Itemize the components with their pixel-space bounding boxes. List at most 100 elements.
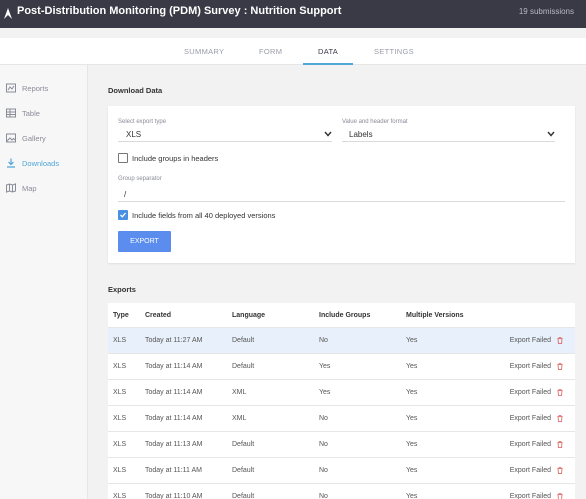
sidebar-item-label: Map (22, 183, 37, 193)
tab-form[interactable]: FORM (259, 47, 282, 56)
exports-table: Type Created Language Include Groups Mul… (108, 303, 575, 499)
cell-include-groups: No (319, 493, 328, 499)
export-button[interactable]: EXPORT (118, 231, 171, 252)
trash-icon[interactable] (557, 467, 563, 474)
column-header-multiple-versions: Multiple Versions (406, 312, 464, 319)
cell-type: XLS (113, 467, 127, 474)
cell-language: Default (232, 363, 255, 370)
format-select[interactable]: Labels (342, 128, 555, 142)
project-title: Post-Distribution Monitoring (PDM) Surve… (17, 5, 342, 17)
cell-multiple-versions: Yes (406, 337, 418, 344)
cell-language: Default (232, 493, 255, 499)
table-row[interactable]: XLS Today at 11:27 AM Default No Yes Export F… (108, 328, 575, 354)
export-status: Export Failed (509, 337, 551, 344)
cell-created: Today at 11:27 AM (145, 337, 203, 344)
cell-type: XLS (113, 363, 127, 370)
sidebar-item-downloads[interactable]: Downloads (6, 157, 59, 169)
export-status: Export Failed (509, 493, 551, 499)
sidebar-item-reports[interactable]: Reports (6, 82, 48, 94)
table-row[interactable]: XLS Today at 11:11 AM Default No Yes Export F… (108, 458, 575, 484)
format-value: Labels (349, 130, 373, 139)
format-label: Value and header format (342, 119, 408, 125)
sidebar-item-gallery[interactable]: Gallery (6, 132, 46, 144)
trash-icon[interactable] (557, 493, 563, 499)
cell-multiple-versions: Yes (406, 389, 418, 396)
trash-icon[interactable] (557, 389, 563, 396)
sidebar-item-label: Reports (22, 83, 49, 93)
include-versions-label: Include fields from all 40 deployed vers… (132, 211, 276, 220)
cell-multiple-versions: Yes (406, 415, 418, 422)
cell-include-groups: No (319, 467, 328, 474)
table-row[interactable]: XLS Today at 11:13 AM Default No Yes Export F… (108, 432, 575, 458)
table-row[interactable]: XLS Today at 11:14 AM XML No Yes Export Faile… (108, 406, 575, 432)
trash-icon[interactable] (557, 441, 563, 448)
cell-include-groups: No (319, 441, 328, 448)
tab-summary[interactable]: SUMMARY (184, 47, 224, 56)
export-status: Export Failed (509, 415, 551, 422)
cell-type: XLS (113, 493, 127, 499)
checkmark-icon (120, 212, 126, 218)
separator-input[interactable]: / (118, 188, 565, 202)
logo-icon[interactable] (2, 6, 14, 20)
cell-language: Default (232, 337, 255, 344)
include-groups-checkbox[interactable] (118, 153, 128, 163)
chevron-down-icon (324, 131, 332, 137)
export-type-select[interactable]: XLS (118, 128, 332, 142)
cell-include-groups: Yes (319, 389, 331, 396)
sidebar-item-label: Gallery (22, 133, 46, 143)
export-status: Export Failed (509, 467, 551, 474)
cell-created: Today at 11:10 AM (145, 493, 203, 499)
export-status: Export Failed (509, 389, 551, 396)
cell-type: XLS (113, 415, 127, 422)
cell-created: Today at 11:14 AM (145, 389, 203, 396)
chevron-down-icon (547, 131, 555, 137)
column-header-language: Language (232, 312, 266, 319)
sidebar-item-table[interactable]: Table (6, 107, 40, 119)
cell-multiple-versions: Yes (406, 493, 418, 499)
tab-data[interactable]: DATA (318, 47, 338, 56)
sidebar: Reports Table Gallery Downloads Map (0, 65, 88, 499)
trash-icon[interactable] (557, 415, 563, 422)
table-row[interactable]: XLS Today at 11:14 AM XML Yes Yes Export Fail… (108, 380, 575, 406)
separator-label: Group separator (118, 176, 162, 182)
table-icon (6, 108, 16, 118)
export-status: Export Failed (509, 441, 551, 448)
tab-settings[interactable]: SETTINGS (374, 47, 414, 56)
cell-include-groups: Yes (319, 363, 331, 370)
column-header-type: Type (113, 312, 129, 319)
cell-type: XLS (113, 389, 127, 396)
cell-created: Today at 11:13 AM (145, 441, 203, 448)
export-type-value: XLS (126, 130, 142, 139)
sidebar-item-map[interactable]: Map (6, 182, 37, 194)
cell-multiple-versions: Yes (406, 363, 418, 370)
separator-value: / (124, 190, 127, 199)
table-row[interactable]: XLS Today at 11:10 AM Default No Yes Export F… (108, 484, 575, 499)
table-header: Type Created Language Include Groups Mul… (108, 303, 575, 328)
trash-icon[interactable] (557, 337, 563, 344)
cell-include-groups: No (319, 415, 328, 422)
active-tab-indicator (303, 63, 353, 65)
reports-icon (6, 83, 16, 93)
download-data-title: Download Data (108, 86, 163, 95)
download-card: Select export type XLS Value and header … (108, 106, 575, 263)
sidebar-item-label: Downloads (22, 158, 60, 168)
tab-bar: SUMMARY FORM DATA SETTINGS (0, 38, 586, 65)
cell-created: Today at 11:11 AM (145, 467, 202, 474)
sidebar-item-label: Table (22, 108, 40, 118)
gallery-icon (6, 133, 16, 143)
export-type-label: Select export type (118, 119, 167, 125)
include-versions-checkbox[interactable] (118, 210, 128, 220)
cell-language: Default (232, 441, 255, 448)
map-icon (6, 183, 16, 193)
column-header-include-groups: Include Groups (319, 312, 371, 319)
cell-language: XML (232, 415, 247, 422)
cell-type: XLS (113, 337, 127, 344)
cell-include-groups: No (319, 337, 328, 344)
exports-title: Exports (108, 285, 136, 294)
cell-language: Default (232, 467, 255, 474)
table-row[interactable]: XLS Today at 11:14 AM Default Yes Yes Export … (108, 354, 575, 380)
download-icon (7, 158, 15, 168)
trash-icon[interactable] (557, 363, 563, 370)
submission-count: 19 submissions (518, 7, 574, 16)
cell-created: Today at 11:14 AM (145, 363, 203, 370)
